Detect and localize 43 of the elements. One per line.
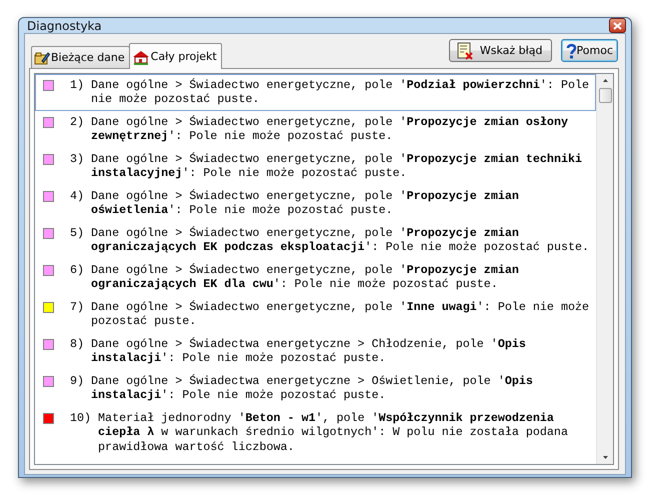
message-item[interactable]: 9) Dane ogólne > Świadectwa energetyczne > Oświetlenie, pole 'Opis instalacji': Pole nie może pozostać puste. bbox=[35, 370, 596, 407]
message-number: 5) bbox=[70, 226, 84, 240]
message-item[interactable]: 4) Dane ogólne > Świadectwo energetyczne, pole 'Propozycje zmian oświetlenia': Pole nie może pozostać puste. bbox=[35, 185, 596, 222]
scrollbar[interactable] bbox=[596, 74, 613, 464]
help-button[interactable]: Pomoc bbox=[560, 39, 618, 62]
message-text: Dane ogólne > Świadectwa energetyczne > Chłodzenie, pole 'Opis instalacji': Pole nie może pozostać puste. bbox=[91, 336, 527, 366]
message-item[interactable]: 7) Dane ogólne > Świadectwo energetyczne, pole 'Inne uwagi': Pole nie może pozostać puste. bbox=[35, 296, 596, 333]
message-item[interactable]: 2) Dane ogólne > Świadectwo energetyczne, pole 'Propozycje zmian osłony zewnętrznej': Pole nie może pozostać puste. bbox=[35, 111, 596, 148]
message-item[interactable]: 5) Dane ogólne > Świadectwo energetyczne, pole 'Propozycje zmian ograniczających EK podczas eksploatacji': Pole nie może pozostać puste. bbox=[35, 222, 596, 259]
message-text: Dane ogólne > Świadectwo energetyczne, pole 'Propozycje zmian osłony zewnętrznej': Pole nie może pozostać puste. bbox=[91, 114, 569, 144]
tab[interactable]: Bieżące dane bbox=[31, 46, 130, 68]
help-icon bbox=[566, 42, 577, 58]
message-text: Dane ogólne > Świadectwo energetyczne, pole 'Propozycje zmian ograniczających EK podczas eksploatacji': Pole nie może pozostać puste. bbox=[91, 226, 590, 254]
folder-pencil-icon bbox=[34, 50, 50, 66]
message-item[interactable]: 6) Dane ogólne > Świadectwo energetyczne, pole 'Propozycje zmian ograniczających EK dla cwu': Pole nie może pozostać puste. bbox=[35, 259, 596, 296]
message-number: 3) bbox=[70, 152, 84, 166]
message-item[interactable]: 3) Dane ogólne > Świadectwo energetyczne, pole 'Propozycje zmian techniki instalacyjnej': Pole nie może pozostać puste. bbox=[35, 148, 596, 185]
message-item[interactable]: 8) Dane ogólne > Świadectwa energetyczne > Chłodzenie, pole 'Opis instalacji': Pole nie może pozostać puste. bbox=[35, 333, 596, 370]
message-item[interactable]: 10) Materiał jednorodny 'Beton - w1', pole 'Współczynnik przewodzenia ciepła λ w warunkach średnio wilgotnych': W polu nie została podana prawidłowa wartość liczbowa. bbox=[35, 407, 596, 458]
message-text: Dane ogólne > Świadectwo energetyczne, pole 'Propozycje zmian techniki instalacyjnej': Pole nie może pozostać puste. bbox=[91, 152, 583, 180]
message-item[interactable]: 1) Dane ogólne > Świadectwo energetyczne, pole 'Podział powierzchni': Pole nie może pozostać puste. bbox=[35, 74, 596, 111]
message-number: 7) bbox=[70, 300, 84, 314]
message-text: Dane ogólne > Świadectwa energetyczne > Oświetlenie, pole 'Opis instalacji': Pole nie może pozostać puste. bbox=[91, 374, 534, 402]
tab[interactable]: Cały projekt bbox=[128, 43, 222, 69]
message-number: 6) bbox=[70, 262, 84, 277]
message-number: 8) bbox=[70, 336, 84, 351]
message-text: Dane ogólne > Świadectwo energetyczne, pole 'Inne uwagi': Pole nie może pozostać puste. bbox=[91, 300, 590, 328]
window-title: Diagnostyka bbox=[27, 18, 102, 32]
message-text: Dane ogólne > Świadectwo energetyczne, pole 'Podział powierzchni': Pole nie może pozostać puste. bbox=[91, 78, 590, 106]
close-button[interactable] bbox=[609, 18, 626, 33]
message-text: Dane ogólne > Świadectwo energetyczne, pole 'Propozycje zmian ograniczających EK dla cwu': Pole nie może pozostać puste. bbox=[91, 262, 520, 292]
scroll-thumb[interactable] bbox=[598, 88, 612, 103]
message-text: Dane ogólne > Świadectwo energetyczne, pole 'Propozycje zmian oświetlenia': Pole nie może pozostać puste. bbox=[91, 188, 520, 218]
locate-error-button[interactable]: Wskaż błąd bbox=[448, 39, 552, 62]
message-number: 10) bbox=[70, 410, 92, 425]
message-text: Materiał jednorodny 'Beton - w1', pole 'Współczynnik przewodzenia ciepła λ w warunkach średnio wilgotnych': W polu nie została podana prawidłowa wartość liczbowa. bbox=[98, 410, 569, 454]
document-error-icon bbox=[456, 42, 474, 60]
message-number: 9) bbox=[70, 374, 84, 388]
message-number: 1) bbox=[70, 78, 84, 92]
message-number: 2) bbox=[70, 114, 84, 129]
house-icon bbox=[132, 48, 150, 64]
close-icon bbox=[613, 22, 622, 30]
message-number: 4) bbox=[70, 188, 84, 203]
